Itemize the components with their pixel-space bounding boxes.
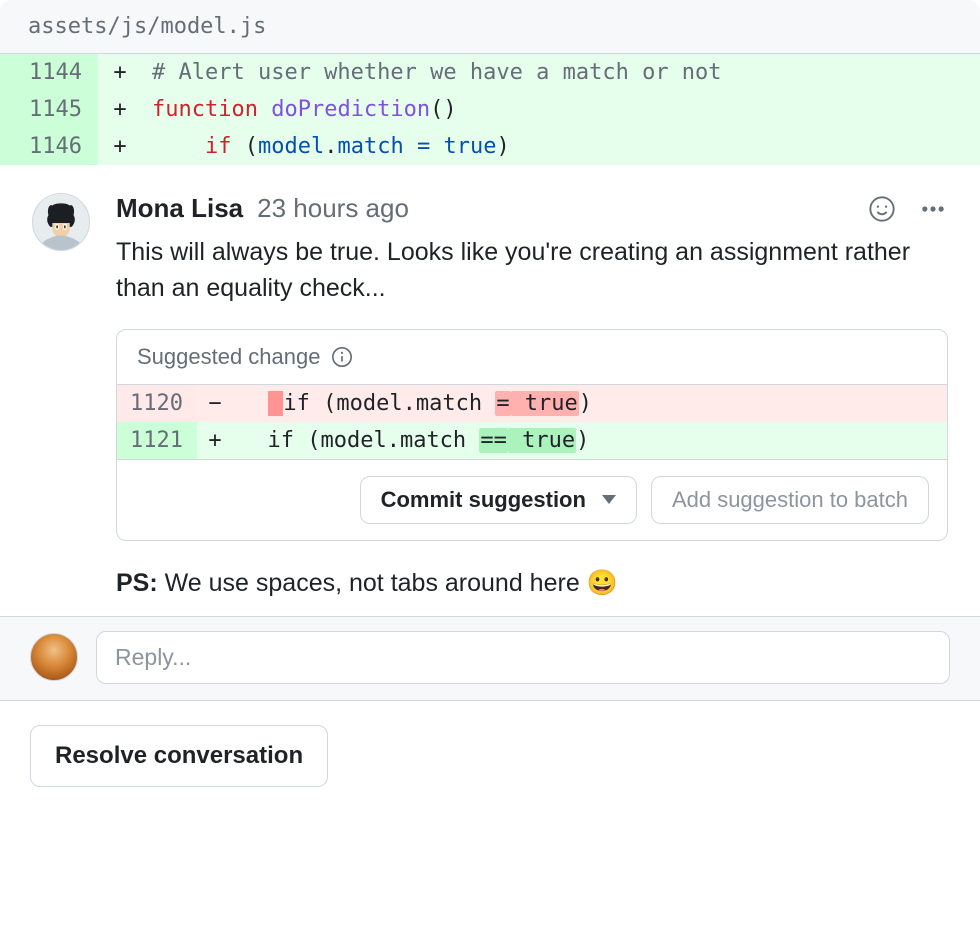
comment-main: Mona Lisa 23 hours ago <box>116 193 948 598</box>
diff-code: # Alert user whether we have a match or … <box>142 54 980 91</box>
diff-line: 1146 + if (model.match = true) <box>0 128 980 165</box>
line-number: 1145 <box>0 91 98 128</box>
line-number: 1121 <box>117 422 197 459</box>
commit-suggestion-button[interactable]: Commit suggestion <box>360 476 637 524</box>
ps-body: We use spaces, not tabs around here <box>165 569 580 597</box>
line-number: 1144 <box>0 54 98 91</box>
diff-marker: + <box>98 54 142 91</box>
diff-marker: − <box>197 385 233 422</box>
diff-line: 1145 + function doPrediction() <box>0 91 980 128</box>
info-icon[interactable] <box>331 346 353 368</box>
diff-line-deleted: 1120 − if (model.match = true) <box>117 385 947 422</box>
comment-actions <box>868 195 948 223</box>
diff-lines: 1144 + # Alert user whether we have a ma… <box>0 54 980 165</box>
reply-input[interactable]: Reply... <box>96 631 950 684</box>
review-comment: Mona Lisa 23 hours ago <box>0 165 980 616</box>
resolve-conversation-button[interactable]: Resolve conversation <box>30 725 328 787</box>
comment-header: Mona Lisa 23 hours ago <box>116 193 948 224</box>
line-number: 1120 <box>117 385 197 422</box>
diff-marker: + <box>197 422 233 459</box>
suggestion-diff: 1120 − if (model.match = true) 1121 + if… <box>117 385 947 459</box>
suggestion-label: Suggested change <box>137 344 321 370</box>
suggestion-header: Suggested change <box>117 330 947 385</box>
octocat-icon <box>33 194 89 250</box>
comment-body: This will always be true. Looks like you… <box>116 234 948 307</box>
diff-marker: + <box>98 128 142 165</box>
more-actions-button[interactable] <box>918 195 948 223</box>
suggestion-actions: Commit suggestion Add suggestion to batc… <box>117 459 947 540</box>
diff-marker: + <box>98 91 142 128</box>
commit-suggestion-label: Commit suggestion <box>381 487 586 513</box>
diff-line-added: 1121 + if (model.match == true) <box>117 422 947 459</box>
author-avatar[interactable] <box>32 193 90 251</box>
comment-ps: PS: We use spaces, not tabs around here … <box>116 569 948 598</box>
diff-code: if (model.match = true) <box>142 128 980 165</box>
resolve-row: Resolve conversation <box>0 701 980 811</box>
ps-label: PS: <box>116 569 158 597</box>
avatar-column <box>32 193 92 598</box>
reply-bar: Reply... <box>0 616 980 701</box>
suggestion-box: Suggested change 1120 − if (model.match … <box>116 329 948 541</box>
deleted-whitespace <box>268 391 284 416</box>
diff-block: assets/js/model.js 1144 + # Alert user w… <box>0 0 980 165</box>
kebab-icon <box>918 195 948 223</box>
file-path: assets/js/model.js <box>0 0 980 54</box>
diff-code: if (model.match == true) <box>233 422 947 459</box>
diff-line: 1144 + # Alert user whether we have a ma… <box>0 54 980 91</box>
current-user-avatar[interactable] <box>30 633 78 681</box>
grinning-emoji-icon: 😀 <box>587 569 618 597</box>
comment-author[interactable]: Mona Lisa <box>116 193 243 224</box>
add-suggestion-batch-button[interactable]: Add suggestion to batch <box>651 476 929 524</box>
comment-header-left: Mona Lisa 23 hours ago <box>116 193 409 224</box>
add-reaction-button[interactable] <box>868 195 896 223</box>
comment-timestamp[interactable]: 23 hours ago <box>257 193 409 224</box>
line-number: 1146 <box>0 128 98 165</box>
diff-code: if (model.match = true) <box>233 385 947 422</box>
add-suggestion-batch-label: Add suggestion to batch <box>672 487 908 513</box>
smiley-icon <box>868 195 896 223</box>
chevron-down-icon <box>602 495 616 504</box>
diff-code: function doPrediction() <box>142 91 980 128</box>
